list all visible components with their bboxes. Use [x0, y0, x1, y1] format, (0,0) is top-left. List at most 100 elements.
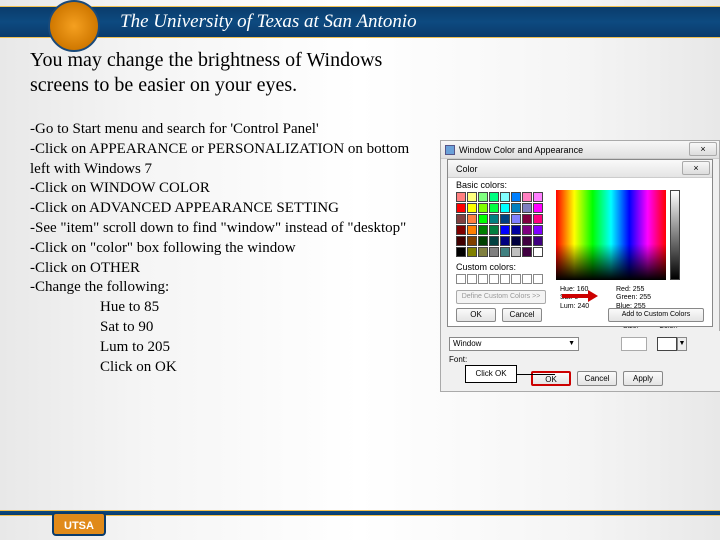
- color-gradient-picker[interactable]: [556, 190, 666, 280]
- basic-color-swatches[interactable]: [456, 192, 543, 257]
- color-swatch[interactable]: [533, 214, 543, 224]
- custom-swatch[interactable]: [500, 274, 510, 284]
- color-swatch[interactable]: [478, 192, 488, 202]
- header-title: The University of Texas at San Antonio: [120, 11, 417, 33]
- color-swatch[interactable]: [489, 192, 499, 202]
- item-dropdown[interactable]: Window ▼: [449, 337, 579, 351]
- utsa-logo: UTSA: [52, 512, 106, 536]
- color-swatch[interactable]: [511, 214, 521, 224]
- color-swatch[interactable]: [489, 203, 499, 213]
- color-swatch[interactable]: [500, 225, 510, 235]
- color-swatch[interactable]: [522, 192, 532, 202]
- step-3: -Click on WINDOW COLOR: [30, 179, 430, 199]
- color-swatch[interactable]: [478, 225, 488, 235]
- color-swatch[interactable]: [489, 247, 499, 257]
- step-6: -Click on "color" box following the wind…: [30, 239, 430, 259]
- color-swatch[interactable]: [522, 214, 532, 224]
- color-swatch[interactable]: [500, 247, 510, 257]
- color-swatch[interactable]: [522, 247, 532, 257]
- custom-swatch[interactable]: [456, 274, 466, 284]
- item-dropdown-value: Window: [453, 338, 481, 350]
- custom-swatch[interactable]: [478, 274, 488, 284]
- color-swatch[interactable]: [478, 214, 488, 224]
- color-swatch[interactable]: [467, 247, 477, 257]
- color-swatch[interactable]: [467, 214, 477, 224]
- main-content: You may change the brightness of Windows…: [30, 48, 430, 377]
- color-swatch[interactable]: [500, 214, 510, 224]
- basic-colors-label: Basic colors:: [456, 180, 507, 190]
- color-dialog-titlebar: Color ×: [448, 160, 712, 178]
- size-input[interactable]: [621, 337, 647, 351]
- color-swatch[interactable]: [522, 203, 532, 213]
- color-swatch[interactable]: [489, 236, 499, 246]
- custom-color-swatches[interactable]: [456, 274, 543, 284]
- color-swatch[interactable]: [511, 236, 521, 246]
- step-5: -See "item" scroll down to find "window"…: [30, 219, 430, 239]
- cancel-button[interactable]: Cancel: [577, 371, 617, 386]
- color-swatch[interactable]: [500, 192, 510, 202]
- apply-button[interactable]: Apply: [623, 371, 663, 386]
- color-swatch[interactable]: [533, 192, 543, 202]
- color-swatch[interactable]: [467, 192, 477, 202]
- color-dropdown-arrow[interactable]: ▼: [677, 337, 687, 351]
- custom-swatch[interactable]: [467, 274, 477, 284]
- color-swatch[interactable]: [500, 203, 510, 213]
- color-swatch[interactable]: [511, 203, 521, 213]
- substep-sat: Sat to 90: [30, 318, 430, 338]
- window-title-text: Window Color and Appearance: [459, 145, 583, 155]
- color-swatch[interactable]: [489, 225, 499, 235]
- color-swatch[interactable]: [456, 192, 466, 202]
- color-swatch[interactable]: [456, 203, 466, 213]
- custom-swatch[interactable]: [522, 274, 532, 284]
- color-swatch[interactable]: [456, 214, 466, 224]
- color-swatch[interactable]: [467, 236, 477, 246]
- close-icon[interactable]: ×: [682, 161, 710, 175]
- red-arrow-icon: [562, 290, 598, 302]
- callout-pointer-line: [517, 374, 555, 375]
- color-swatch[interactable]: [533, 225, 543, 235]
- intro-text: You may change the brightness of Windows…: [30, 48, 430, 98]
- color-swatch[interactable]: [456, 236, 466, 246]
- step-7: -Click on OTHER: [30, 259, 430, 279]
- color-swatch[interactable]: [533, 203, 543, 213]
- color-swatch[interactable]: [522, 236, 532, 246]
- custom-swatch[interactable]: [533, 274, 543, 284]
- color-swatch[interactable]: [467, 225, 477, 235]
- cancel-button[interactable]: Cancel: [502, 308, 542, 322]
- window-titlebar: Window Color and Appearance ×: [441, 141, 719, 159]
- color-dialog-title: Color: [456, 164, 478, 174]
- color-swatch[interactable]: [500, 236, 510, 246]
- step-4: -Click on ADVANCED APPEARANCE SETTING: [30, 199, 430, 219]
- color-swatch[interactable]: [489, 214, 499, 224]
- custom-colors-label: Custom colors:: [456, 262, 516, 272]
- color-swatch[interactable]: [511, 225, 521, 235]
- color-swatch[interactable]: [467, 203, 477, 213]
- color-swatch[interactable]: [478, 203, 488, 213]
- color-swatch[interactable]: [456, 225, 466, 235]
- color-dialog: Color × Basic colors: Custom colors: Def…: [447, 159, 713, 327]
- define-custom-colors-button[interactable]: Define Custom Colors >>: [456, 290, 546, 304]
- color-swatch[interactable]: [511, 192, 521, 202]
- chevron-down-icon: ▼: [568, 338, 575, 350]
- color-swatch[interactable]: [511, 247, 521, 257]
- color-swatch[interactable]: [456, 247, 466, 257]
- ok-button[interactable]: OK: [456, 308, 496, 322]
- color-swatch[interactable]: [533, 247, 543, 257]
- red-row: Red: 255: [616, 286, 651, 294]
- header-logo-icon: [48, 0, 100, 52]
- luminance-slider[interactable]: [670, 190, 680, 280]
- lum-row: Lum: 240: [560, 303, 589, 311]
- close-icon[interactable]: ×: [689, 142, 717, 156]
- color-swatch[interactable]: [478, 236, 488, 246]
- custom-swatch[interactable]: [489, 274, 499, 284]
- color-swatch[interactable]: [533, 236, 543, 246]
- color-swatch-box[interactable]: [657, 337, 677, 351]
- custom-swatch[interactable]: [511, 274, 521, 284]
- window-icon: [445, 145, 455, 155]
- color-swatch[interactable]: [478, 247, 488, 257]
- green-row: Green: 255: [616, 294, 651, 302]
- click-ok-callout: Click OK: [465, 365, 517, 383]
- add-custom-colors-button[interactable]: Add to Custom Colors: [608, 308, 704, 322]
- step-1: -Go to Start menu and search for 'Contro…: [30, 120, 430, 140]
- color-swatch[interactable]: [522, 225, 532, 235]
